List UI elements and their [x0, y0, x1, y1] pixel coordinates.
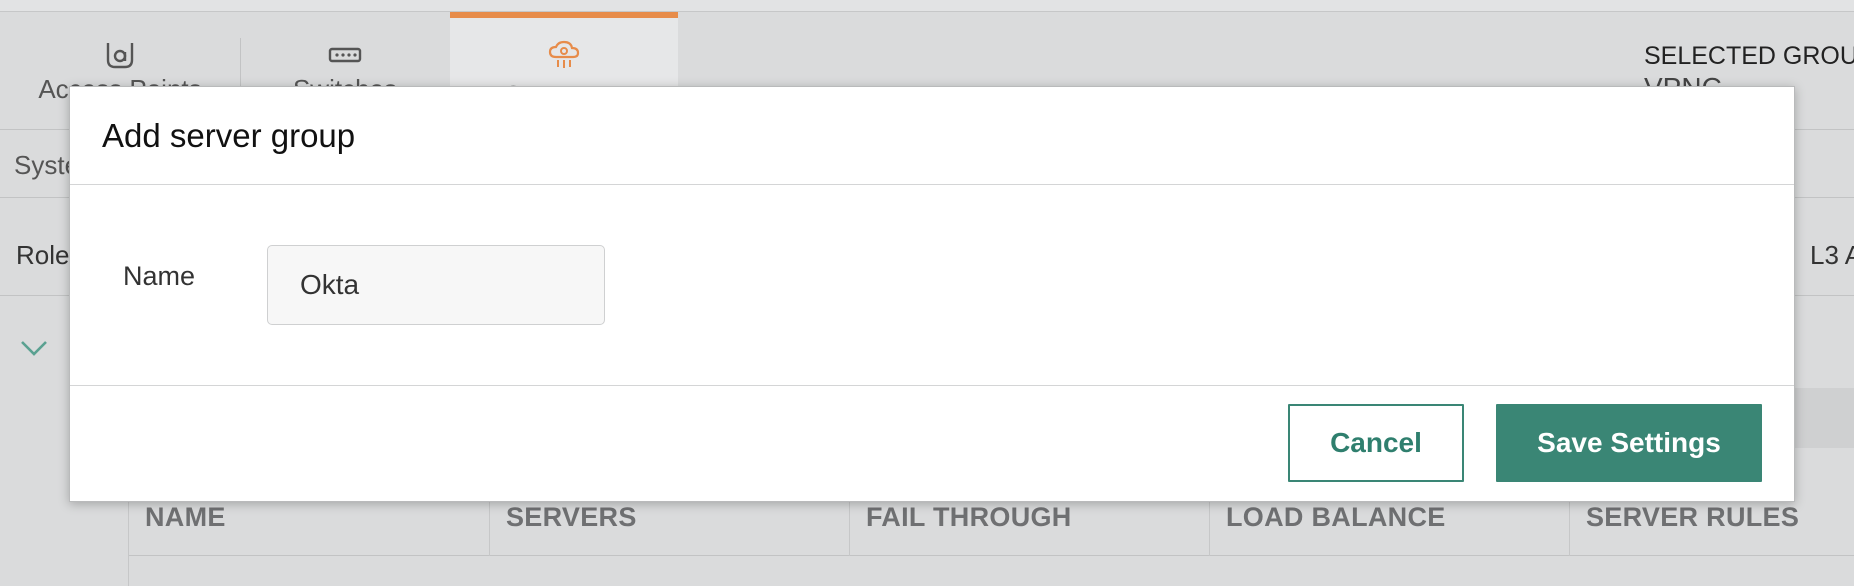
dialog-header: Add server group: [70, 87, 1794, 185]
switch-icon: [328, 47, 362, 63]
dialog-footer: Cancel Save Settings: [70, 386, 1794, 501]
column-header-name[interactable]: NAME: [129, 498, 489, 556]
roles-right-label[interactable]: L3 A: [1810, 240, 1854, 271]
name-input[interactable]: [267, 245, 605, 325]
selected-group-title: SELECTED GROUP: [1644, 42, 1854, 70]
chevron-down-icon[interactable]: [18, 336, 50, 360]
add-server-group-dialog: Add server group Name Cancel Save Settin…: [69, 86, 1795, 502]
top-bar: [0, 0, 1854, 12]
dialog-title: Add server group: [102, 117, 356, 154]
column-header-load-balance[interactable]: LOAD BALANCE: [1209, 498, 1569, 556]
column-header-server-rules[interactable]: SERVER RULES: [1569, 498, 1854, 556]
dialog-body: Name: [70, 185, 1794, 386]
column-header-servers[interactable]: SERVERS: [489, 498, 849, 556]
column-header-fail-through[interactable]: FAIL THROUGH: [849, 498, 1209, 556]
gateway-icon: [548, 40, 580, 68]
name-label: Name: [123, 261, 196, 291]
cancel-button[interactable]: Cancel: [1288, 404, 1464, 482]
save-settings-button[interactable]: Save Settings: [1496, 404, 1762, 482]
table-header: NAME SERVERS FAIL THROUGH LOAD BALANCE S…: [129, 498, 1854, 556]
section-header-band: [1790, 388, 1854, 448]
access-point-icon: [106, 43, 134, 69]
